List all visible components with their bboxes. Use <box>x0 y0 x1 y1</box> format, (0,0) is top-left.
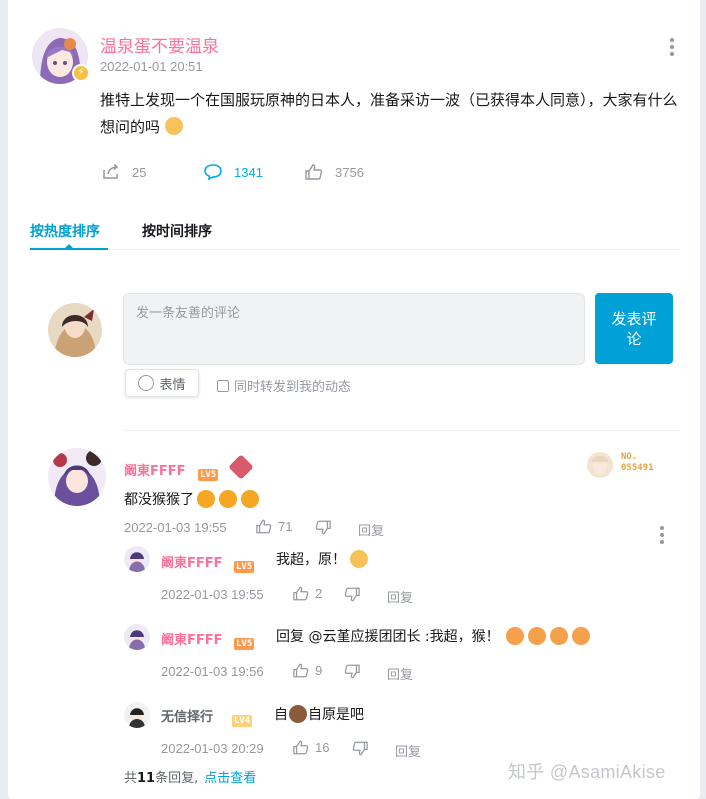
reply-avatar[interactable] <box>124 624 150 650</box>
thumbs-down-icon <box>344 587 360 602</box>
hehe-emoji-icon <box>350 550 368 568</box>
send-comment-button[interactable]: 发表评论 <box>595 293 673 364</box>
comment-icon <box>204 164 222 180</box>
comment-dislike-button[interactable] <box>315 520 337 535</box>
post-time: 2022-01-01 20:51 <box>100 59 203 74</box>
comment-placeholder: 发一条友善的评论 <box>136 306 241 321</box>
reply-text-before: 自 <box>274 707 288 723</box>
lightning-icon: ⚡ <box>72 64 90 82</box>
dynamic-card: ⚡ 温泉蛋不要温泉 2022-01-01 20:51 推特上发现一个在国服玩原神… <box>8 0 700 799</box>
thumbs-down-icon <box>352 741 368 756</box>
thumbs-up-icon <box>293 586 309 601</box>
tab-sort-time[interactable]: 按时间排序 <box>142 221 212 241</box>
emoji-button[interactable]: 表情 <box>125 369 199 397</box>
reply-text: 我超，原！ <box>276 552 346 568</box>
level-badge: LV5 <box>234 638 255 650</box>
reply-avatar[interactable] <box>124 546 150 572</box>
checkbox-icon <box>217 379 229 392</box>
forward-button[interactable]: 25 <box>102 162 146 182</box>
reply-time: 2022-01-03 20:29 <box>161 741 264 756</box>
medal-icon <box>228 454 254 480</box>
comment-reply-button[interactable]: 回复 <box>358 520 384 539</box>
thumbs-down-icon <box>315 520 331 535</box>
tabs-divider <box>30 249 680 250</box>
comment-like-button[interactable]: 71 <box>256 519 292 534</box>
reply-content: 自 自原是吧 <box>274 704 364 724</box>
thumbs-down-icon <box>344 664 360 679</box>
crying-monkey-emoji-icon <box>219 490 237 508</box>
emoji-label: 表情 <box>159 377 186 393</box>
reply-time: 2022-01-03 19:55 <box>161 587 264 602</box>
monkey-emoji-icon <box>289 705 307 723</box>
reply-reply-button[interactable]: 回复 <box>387 664 413 683</box>
reply-dislike-button[interactable] <box>344 664 366 679</box>
my-avatar[interactable] <box>48 303 102 357</box>
composer-divider <box>123 430 680 431</box>
thumbs-up-icon <box>256 519 272 534</box>
reply-like-button[interactable]: 2 <box>293 586 322 601</box>
reply-content: 回复 @云堇应援团团长 :我超，猴！ <box>276 626 590 646</box>
monkey-face-emoji-icon <box>527 627 546 645</box>
like-count: 3756 <box>335 164 364 180</box>
thumbs-up-icon <box>305 164 323 180</box>
reply-username[interactable]: 阚東FFFF <box>161 552 223 571</box>
level-badge: LV5 <box>234 561 255 573</box>
smile-icon <box>138 375 155 391</box>
tab-caret-icon <box>65 244 73 248</box>
crying-monkey-emoji-icon <box>241 490 259 508</box>
comment-count: 1341 <box>234 164 263 180</box>
post-text: 推特上发现一个在国服玩原神的日本人，准备采访一波（已获得本人同意），大家有什么想… <box>100 91 678 136</box>
level-badge: LV5 <box>198 469 219 481</box>
doge-emoji-icon <box>164 117 183 135</box>
comment-avatar[interactable] <box>48 448 106 506</box>
reply-reply-button[interactable]: 回复 <box>395 741 421 760</box>
fan-avatar-icon <box>587 452 613 478</box>
reply-text-after: 自原是吧 <box>308 707 364 723</box>
forward-count: 25 <box>132 164 147 180</box>
comment-username[interactable]: 阚東FFFF <box>124 460 186 479</box>
level-badge: LV4 <box>232 715 253 727</box>
reply-dislike-button[interactable] <box>352 741 374 756</box>
reply-like-button[interactable]: 9 <box>293 663 322 678</box>
forward-label: 同时转发到我的动态 <box>234 380 352 395</box>
reply-like-button[interactable]: 16 <box>293 740 329 755</box>
post-content: 推特上发现一个在国服玩原神的日本人，准备采访一波（已获得本人同意），大家有什么想… <box>100 87 690 141</box>
more-options-icon[interactable] <box>665 36 679 58</box>
tab-active-indicator <box>30 248 108 250</box>
comment-input[interactable]: 发一条友善的评论 <box>123 293 585 365</box>
reply-text: 回复 @云堇应援团团长 :我超，猴！ <box>276 629 500 645</box>
reply-avatar[interactable] <box>124 702 150 728</box>
comment-time: 2022-01-03 19:55 <box>124 520 227 535</box>
fan-number: NO. 055491 <box>621 452 654 473</box>
zhihu-watermark: 知乎 @AsamiAkise <box>508 762 666 782</box>
comment-more-icon[interactable] <box>655 524 669 546</box>
thumbs-up-icon <box>293 663 309 678</box>
share-icon <box>103 164 119 179</box>
reply-username[interactable]: 无信择行 <box>161 706 213 725</box>
reply-dislike-button[interactable] <box>344 587 366 602</box>
thumbs-up-icon <box>293 740 309 755</box>
crying-monkey-emoji-icon <box>197 490 215 508</box>
monkey-face-emoji-icon <box>549 627 568 645</box>
monkey-face-emoji-icon <box>505 627 524 645</box>
reply-content: 我超，原！ <box>276 549 368 569</box>
comment-text: 都没猴猴了 <box>124 492 194 508</box>
monkey-face-emoji-icon <box>571 627 590 645</box>
fan-number-badge: NO. 055491 <box>583 448 667 482</box>
forward-checkbox[interactable]: 同时转发到我的动态 <box>217 376 351 395</box>
reply-count: 11 <box>137 771 156 786</box>
like-button[interactable]: 3756 <box>305 162 364 182</box>
reply-time: 2022-01-03 19:56 <box>161 664 264 679</box>
reply-username[interactable]: 阚東FFFF <box>161 629 223 648</box>
view-replies-link[interactable]: 点击查看 <box>204 771 256 786</box>
comment-button[interactable]: 1341 <box>204 162 263 182</box>
author-name[interactable]: 温泉蛋不要温泉 <box>100 32 219 57</box>
comment-content: 都没猴猴了 <box>124 489 259 509</box>
reply-reply-button[interactable]: 回复 <box>387 587 413 606</box>
tab-sort-hot[interactable]: 按热度排序 <box>30 221 100 241</box>
total-replies: 共11条回复, 点击查看 <box>124 771 257 786</box>
